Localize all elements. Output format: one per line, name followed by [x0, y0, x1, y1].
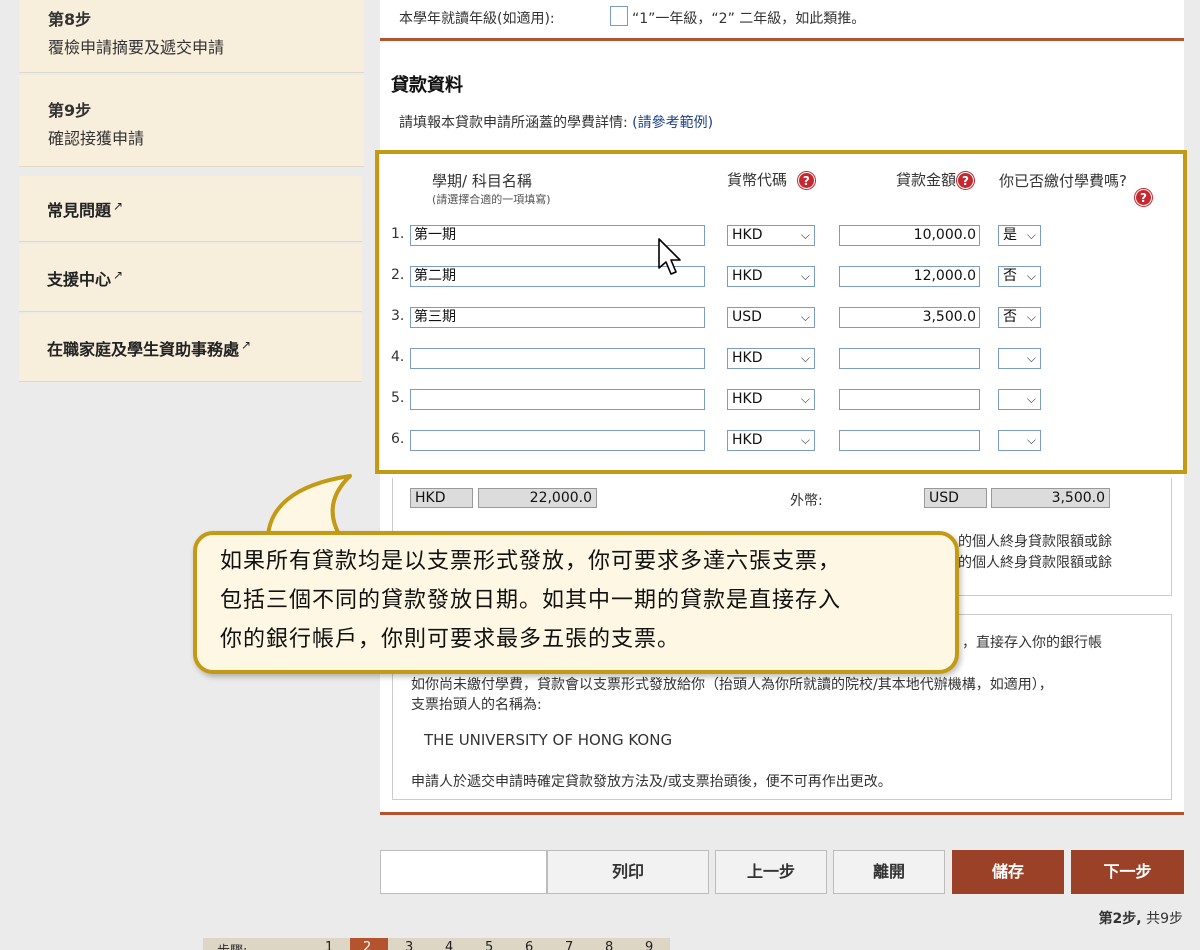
step-8-title: 第8步	[48, 10, 92, 29]
sidebar-step-9[interactable]: 第9步 確認接獲申請	[19, 75, 364, 167]
cheque-note-2: 支票抬頭人的名稱為:	[411, 697, 542, 713]
loan-table-highlight	[375, 150, 1187, 474]
step-total: 共9步	[1146, 911, 1183, 927]
step-9-title: 第9步	[48, 101, 92, 120]
external-link-icon: ↗	[113, 198, 124, 213]
year-level-hint: “1”一年級，“2” 二年級，如此類推。	[632, 11, 866, 27]
pager-step[interactable]: 4	[445, 940, 453, 950]
step-8-desc: 覆檢申請摘要及遞交申請	[48, 38, 225, 57]
next-button[interactable]: 下一步	[1071, 850, 1184, 894]
tooltip-text: 如果所有貸款均是以支票形式發放，你可要求多達六張支票， 包括三個不同的貸款發放日…	[220, 542, 960, 659]
foreign-currency-label: 外幣:	[790, 493, 823, 509]
limit-note-1: 的個人終身貸款限額或餘	[958, 534, 1112, 550]
sidebar-link-wfsfaa[interactable]: 在職家庭及學生資助事務處 ↗	[19, 314, 362, 382]
pager-step[interactable]: 6	[525, 940, 533, 950]
step-pager: 步驟: 1 2 3 4 5 6 7 8 9	[203, 938, 670, 950]
save-button[interactable]: 儲存	[952, 850, 1064, 894]
print-button[interactable]: 列印	[547, 850, 709, 894]
payee-name: THE UNIVERSITY OF HONG KONG	[424, 731, 673, 749]
support-link-label[interactable]: 支援中心	[47, 270, 111, 289]
pager-label: 步驟:	[217, 940, 247, 950]
loan-section-title: 貸款資料	[391, 75, 463, 96]
pager-step[interactable]: 5	[485, 940, 493, 950]
prev-button[interactable]: 上一步	[715, 850, 827, 894]
tooltip-line-3: 你的銀行帳戶，你則可要求最多五張的支票。	[220, 627, 681, 652]
sidebar-step-8[interactable]: 第8步 覆檢申請摘要及遞交申請	[19, 0, 364, 73]
example-link[interactable]: (請參考範例)	[632, 115, 713, 131]
wfsfaa-link-label[interactable]: 在職家庭及學生資助事務處	[47, 340, 239, 359]
cursor-icon	[658, 238, 681, 275]
loan-instruction-text: 請填報本貸款申請所涵蓋的學費詳情:	[399, 115, 628, 131]
sidebar-link-faq[interactable]: 常見問題 ↗	[19, 176, 362, 242]
external-link-icon: ↗	[113, 267, 124, 282]
step-status: 第2步, 共9步	[1099, 908, 1183, 928]
section-divider	[380, 812, 1184, 815]
limit-note-2: 的個人終身貸款限額或餘	[958, 555, 1112, 571]
year-level-input[interactable]	[610, 6, 628, 26]
pager-step[interactable]: 3	[405, 940, 413, 950]
total-foreign-currency: USD	[924, 488, 987, 508]
tooltip-tail	[266, 474, 352, 538]
leave-button[interactable]: 離開	[833, 850, 945, 894]
sidebar-link-support[interactable]: 支援中心 ↗	[19, 244, 362, 312]
pager-step[interactable]: 9	[645, 940, 653, 950]
final-note: 申請人於遞交申請時確定貸款發放方法及/或支票抬頭後，便不可再作出更改。	[411, 774, 892, 790]
step-9-desc: 確認接獲申請	[48, 129, 145, 148]
tooltip-line-2: 包括三個不同的貸款發放日期。如其中一期的貸款是直接存入	[220, 588, 842, 613]
loan-instruction: 請填報本貸款申請所涵蓋的學費詳情: (請參考範例)	[399, 112, 713, 132]
year-level-label: 本學年就讀年級(如適用):	[399, 11, 555, 27]
pager-step[interactable]: 8	[605, 940, 613, 950]
pager-step[interactable]: 1	[325, 940, 333, 950]
button-bar	[380, 850, 547, 894]
external-link-icon: ↗	[241, 337, 252, 352]
deposit-note: ，直接存入你的銀行帳	[962, 635, 1102, 651]
total-foreign-amount: 3,500.0	[991, 488, 1110, 508]
total-local-currency: HKD	[410, 488, 473, 508]
tooltip-line-1: 如果所有貸款均是以支票形式發放，你可要求多達六張支票，	[220, 549, 842, 574]
step-current: 第2步,	[1098, 911, 1142, 927]
cheque-note-1: 如你尚未繳付學費，貸款會以支票形式發放給你（抬頭人為你所就讀的院校/其本地代辦機…	[411, 677, 1053, 693]
faq-link-label[interactable]: 常見問題	[47, 201, 111, 220]
pager-step-active[interactable]: 2	[350, 938, 388, 950]
pager-step-active-label: 2	[363, 940, 372, 950]
section-divider	[380, 38, 1184, 41]
total-local-amount: 22,000.0	[478, 488, 597, 508]
pager-step[interactable]: 7	[565, 940, 573, 950]
